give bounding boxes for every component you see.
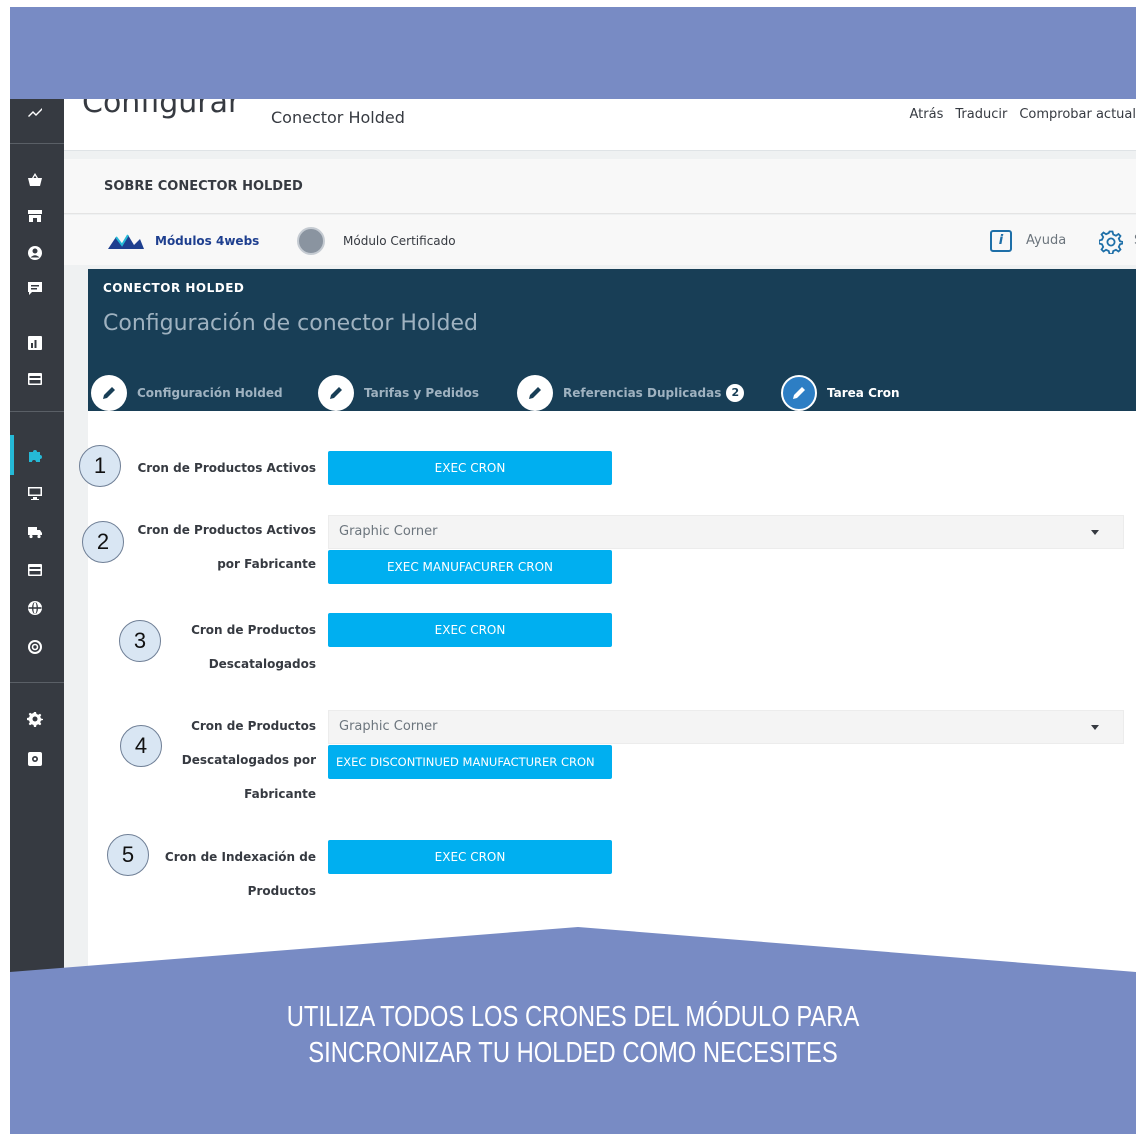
- check-update-link[interactable]: Comprobar actual: [1019, 107, 1136, 122]
- header-toolbar: Atrás Traducir Comprobar actual: [910, 107, 1136, 122]
- manufacturer-select[interactable]: Graphic Corner: [328, 710, 1124, 744]
- sidebar-divider: [10, 143, 64, 144]
- step-number-badge: 4: [120, 725, 162, 767]
- advanced-params-icon[interactable]: [10, 744, 60, 774]
- tab-edit-icon: [517, 375, 553, 411]
- sidebar-divider: [10, 411, 64, 412]
- step-number-badge: 3: [119, 620, 161, 662]
- tab-configuracion-holded[interactable]: Configuración Holded: [91, 375, 283, 411]
- help-icon[interactable]: i: [990, 230, 1012, 252]
- exec-manufacturer-cron-button[interactable]: EXEC MANUFACURER CRON: [328, 550, 612, 584]
- tab-edit-icon: [318, 375, 354, 411]
- panel-title: CONECTOR HOLDED: [103, 281, 245, 295]
- tab-edit-icon: [91, 375, 127, 411]
- customers-icon[interactable]: [10, 238, 60, 268]
- tab-label: Tarea Cron: [827, 386, 900, 400]
- exec-discontinued-manufacturer-cron-button[interactable]: EXEC DISCONTINUED MANUFACTURER CRON: [328, 745, 612, 779]
- about-title: SOBRE CONECTOR HOLDED: [104, 179, 303, 194]
- design-monitor-icon[interactable]: [10, 478, 60, 508]
- exec-cron-button[interactable]: EXEC CRON: [328, 840, 612, 874]
- panel-subtitle: Configuración de conector Holded: [103, 311, 478, 336]
- tab-edit-icon: [781, 375, 817, 411]
- page-header: Configurar Conector Holded Atrás Traduci…: [64, 99, 1136, 151]
- chevron-down-icon: [1091, 725, 1099, 730]
- settings-link[interactable]: S: [1134, 233, 1136, 248]
- connector-panel: CONECTOR HOLDED Configuración de conecto…: [88, 269, 1136, 411]
- stats-chart-icon[interactable]: [10, 328, 60, 358]
- orders-basket-icon[interactable]: [10, 165, 60, 195]
- catalog-store-icon[interactable]: [10, 201, 60, 231]
- promo-banner-text: UTILIZA TODOS LOS CRONES DEL MÓDULO PARA…: [286, 1001, 860, 1069]
- exec-cron-button[interactable]: EXEC CRON: [328, 613, 612, 647]
- modulos-4webs-logo-icon: [108, 234, 144, 249]
- international-globe-icon[interactable]: [10, 593, 60, 623]
- marketing-target-icon[interactable]: [10, 632, 60, 662]
- module-name: Conector Holded: [271, 108, 405, 127]
- help-link[interactable]: Ayuda: [1026, 233, 1066, 248]
- chevron-down-icon: [1091, 530, 1099, 535]
- cron-form: Cron de Productos Activos EXEC CRON Cron…: [88, 411, 1136, 979]
- manufacturer-select[interactable]: Graphic Corner: [328, 515, 1124, 549]
- tab-label: Configuración Holded: [137, 386, 283, 400]
- shipping-truck-icon[interactable]: [10, 517, 60, 547]
- modulos-4webs-link[interactable]: Módulos 4webs: [155, 234, 259, 248]
- settings-icon[interactable]: [1099, 230, 1123, 254]
- step-number-badge: 2: [82, 521, 124, 563]
- tab-referencias-duplicadas[interactable]: Referencias Duplicadas 2: [517, 375, 745, 411]
- settings-gear-icon[interactable]: [10, 704, 60, 734]
- screenshot-window: Configurar Conector Holded Atrás Traduci…: [10, 99, 1136, 979]
- tab-label: Tarifas y Pedidos: [364, 386, 480, 400]
- page-title: Configurar: [82, 99, 241, 120]
- step-number-badge: 5: [107, 834, 149, 876]
- messages-icon[interactable]: [10, 274, 60, 304]
- certified-module-label: Módulo Certificado: [343, 234, 456, 248]
- translate-link[interactable]: Traducir: [955, 107, 1007, 122]
- modules-puzzle-icon[interactable]: [10, 441, 60, 471]
- back-link[interactable]: Atrás: [910, 107, 944, 122]
- stats-icon[interactable]: [10, 99, 60, 127]
- tab-tarifas-pedidos[interactable]: Tarifas y Pedidos: [318, 375, 479, 411]
- tab-label: Referencias Duplicadas: [563, 386, 722, 400]
- tab-tarea-cron[interactable]: Tarea Cron: [781, 375, 900, 411]
- sidebar-divider: [10, 682, 64, 683]
- banner-peak-shape: [10, 927, 1136, 987]
- payment-card-icon[interactable]: [10, 364, 60, 394]
- step-number-badge: 1: [79, 445, 121, 487]
- duplicates-count-badge: 2: [726, 384, 745, 402]
- cron-label: Cron de Productos Activos: [137, 461, 316, 475]
- certified-module-icon: [297, 227, 325, 255]
- main-content: Configurar Conector Holded Atrás Traduci…: [64, 99, 1136, 979]
- exec-cron-button[interactable]: EXEC CRON: [328, 451, 612, 485]
- promo-frame: Configurar Conector Holded Atrás Traduci…: [10, 7, 1136, 1134]
- about-section: SOBRE CONECTOR HOLDED: [64, 159, 1136, 214]
- payment-card-icon-2[interactable]: [10, 555, 60, 585]
- cron-label: Cron de Productos Descatalogados por Fab…: [181, 719, 316, 801]
- admin-sidebar: [10, 99, 64, 979]
